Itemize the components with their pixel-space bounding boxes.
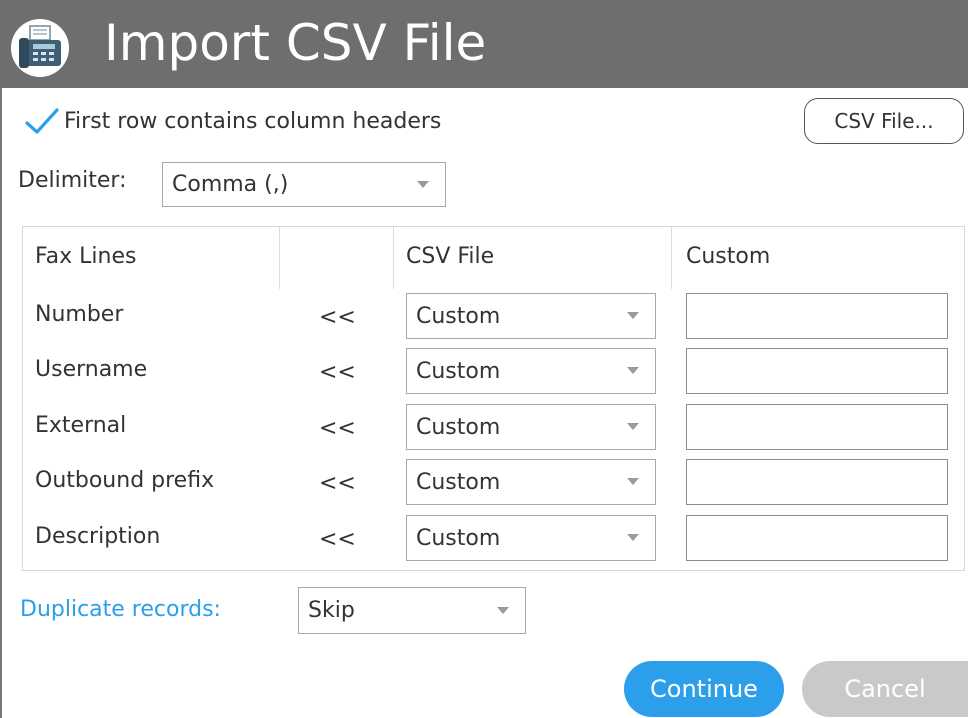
header-csv-file: CSV File (406, 244, 495, 269)
delimiter-select[interactable]: Comma (,) (162, 162, 446, 207)
row-label-external: External (35, 413, 127, 438)
csv-column-value: Custom (416, 303, 501, 329)
custom-value-input-external[interactable] (686, 404, 948, 450)
fax-machine-icon (11, 19, 69, 77)
row-label-username: Username (35, 357, 148, 382)
chevron-down-icon (611, 367, 655, 375)
csv-column-select-number[interactable]: Custom (406, 293, 656, 339)
csv-column-value: Custom (416, 414, 501, 440)
column-divider (279, 227, 280, 289)
checkmark-icon (25, 108, 59, 134)
duplicate-records-select[interactable]: Skip (298, 587, 526, 634)
map-arrow: << (319, 360, 356, 385)
csv-column-value: Custom (416, 525, 501, 551)
row-label-number: Number (35, 302, 124, 327)
cancel-button[interactable]: Cancel (802, 661, 968, 717)
dialog-title: Import CSV File (104, 14, 487, 72)
first-row-headers-label: First row contains column headers (64, 108, 442, 134)
header-custom: Custom (686, 244, 771, 269)
custom-value-input-username[interactable] (686, 348, 948, 394)
row-label-outbound-prefix: Outbound prefix (35, 468, 215, 493)
csv-column-select-description[interactable]: Custom (406, 515, 656, 561)
duplicate-records-label: Duplicate records: (20, 597, 221, 622)
chevron-down-icon (611, 534, 655, 542)
chevron-down-icon (611, 478, 655, 486)
header-fax-lines: Fax Lines (35, 244, 137, 269)
chevron-down-icon (611, 312, 655, 320)
dialog-titlebar: Import CSV File (0, 0, 968, 88)
map-arrow: << (319, 527, 356, 552)
custom-value-input-outbound-prefix[interactable] (686, 459, 948, 505)
csv-file-button[interactable]: CSV File... (804, 98, 964, 144)
dialog-left-border (0, 0, 2, 718)
custom-value-input-number[interactable] (686, 293, 948, 339)
csv-column-value: Custom (416, 469, 501, 495)
map-arrow: << (319, 471, 356, 496)
csv-column-select-username[interactable]: Custom (406, 348, 656, 394)
delimiter-value: Comma (,) (172, 172, 289, 197)
column-divider (671, 227, 672, 289)
delimiter-label: Delimiter: (18, 168, 127, 193)
row-label-description: Description (35, 524, 161, 549)
map-arrow: << (319, 305, 356, 330)
continue-button[interactable]: Continue (624, 661, 784, 717)
chevron-down-icon (481, 606, 525, 615)
csv-column-select-outbound-prefix[interactable]: Custom (406, 459, 656, 505)
chevron-down-icon (611, 423, 655, 431)
first-row-headers-checkbox[interactable]: First row contains column headers (24, 103, 441, 139)
column-divider (393, 227, 394, 289)
field-mapping-table: Fax Lines CSV File Custom Number << Cust… (22, 226, 965, 571)
chevron-down-icon (401, 180, 445, 189)
csv-column-value: Custom (416, 358, 501, 384)
map-arrow: << (319, 416, 356, 441)
duplicate-records-value: Skip (308, 598, 355, 623)
csv-column-select-external[interactable]: Custom (406, 404, 656, 450)
custom-value-input-description[interactable] (686, 515, 948, 561)
